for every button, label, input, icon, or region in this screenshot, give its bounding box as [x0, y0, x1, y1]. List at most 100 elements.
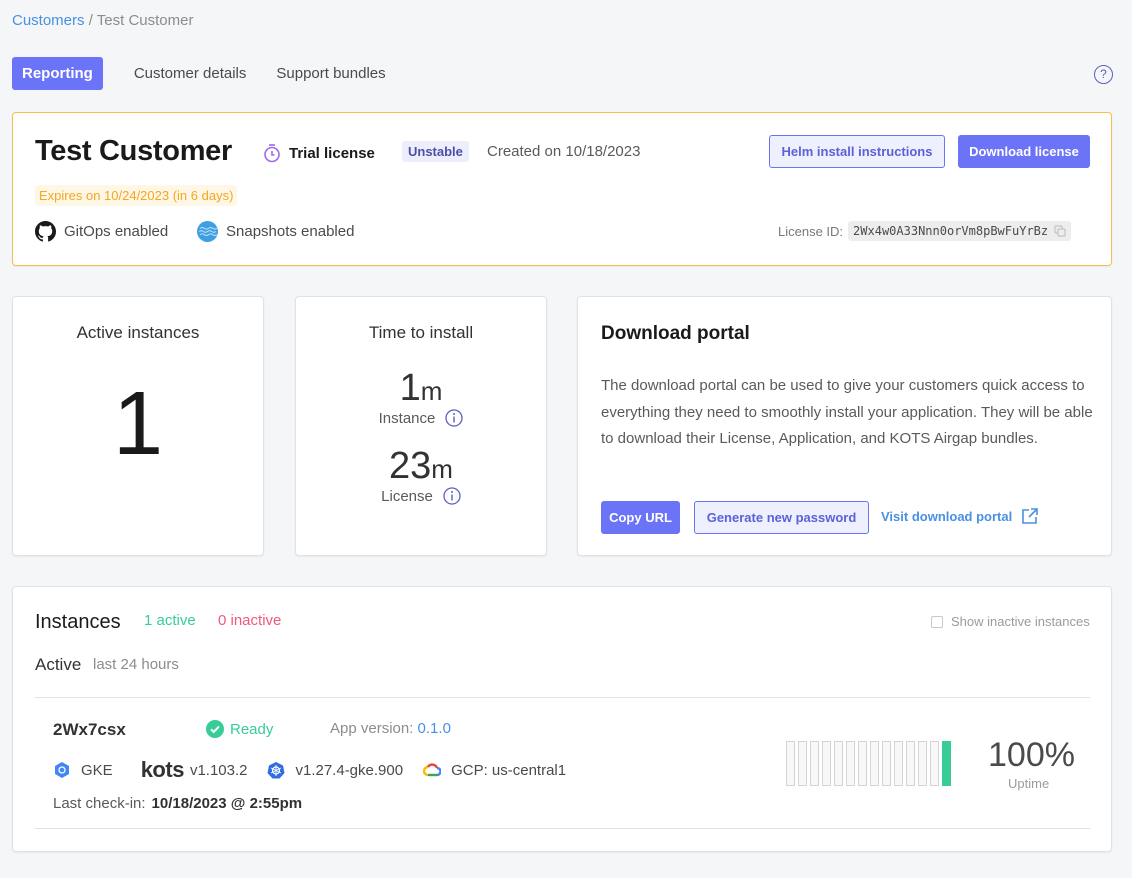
- snapshots-icon: [197, 221, 218, 242]
- uptime-bar-empty: [846, 741, 855, 786]
- check-circle-icon: [206, 720, 224, 738]
- instance-time: 1m Instance: [296, 369, 546, 427]
- instances-card: Instances 1 active 0 inactive Show inact…: [12, 586, 1112, 852]
- active-count: 1 active: [144, 612, 196, 629]
- active-instances-count: 1: [112, 374, 164, 474]
- download-portal-card: Download portal The download portal can …: [577, 296, 1112, 556]
- license-id-value: 2Wx4w0A33Nnn0orVm8pBwFuYrBz: [853, 224, 1049, 238]
- app-version: App version: 0.1.0: [330, 720, 451, 737]
- inactive-count: 0 inactive: [218, 612, 282, 629]
- copy-icon[interactable]: [1054, 225, 1066, 237]
- gcp-icon: [423, 763, 442, 777]
- tab-customer-details[interactable]: Customer details: [123, 57, 258, 90]
- show-inactive-label: Show inactive instances: [951, 614, 1090, 629]
- uptime-bar-empty: [870, 741, 879, 786]
- uptime-bar-empty: [918, 741, 927, 786]
- active-section-sub: last 24 hours: [93, 656, 179, 673]
- divider: [35, 697, 1090, 698]
- uptime-bar-empty: [930, 741, 939, 786]
- instance-time-unit: m: [420, 376, 443, 406]
- show-inactive-toggle[interactable]: Show inactive instances: [931, 614, 1090, 629]
- kots-logo: kots: [140, 757, 185, 782]
- license-id-value-box: 2Wx4w0A33Nnn0orVm8pBwFuYrBz: [848, 221, 1072, 241]
- license-time-unit: m: [431, 454, 453, 484]
- uptime-bars: [786, 741, 954, 786]
- gitops-label: GitOps enabled: [64, 223, 169, 240]
- active-instances-title: Active instances: [76, 323, 200, 342]
- instance-meta: GKE kots v1.103.2 v1.27.4-gke.900 GCP: u…: [53, 759, 586, 781]
- uptime-bar-empty: [798, 741, 807, 786]
- breadcrumb-customers-link[interactable]: Customers: [12, 12, 85, 29]
- cloud-provider-label: GCP: us-central1: [451, 761, 567, 779]
- uptime-bar-empty: [810, 741, 819, 786]
- license-time-value: 23: [389, 445, 432, 487]
- kots-version-label: v1.103.2: [189, 761, 248, 779]
- divider: [35, 828, 1090, 829]
- download-license-button[interactable]: Download license: [958, 135, 1090, 168]
- uptime-bar-empty: [834, 741, 843, 786]
- helm-install-button[interactable]: Helm install instructions: [769, 135, 945, 168]
- gke-icon: [55, 762, 69, 778]
- license-type-label: Trial license: [289, 144, 375, 162]
- instance-status: Ready: [206, 720, 273, 738]
- snapshots-label: Snapshots enabled: [226, 223, 355, 240]
- license-id: License ID: 2Wx4w0A33Nnn0orVm8pBwFuYrBz: [778, 221, 1072, 241]
- active-section-label: Active: [35, 655, 82, 674]
- license-id-label: License ID:: [778, 223, 844, 239]
- breadcrumb-separator: /: [84, 12, 97, 29]
- instance-time-label: Instance: [378, 409, 436, 427]
- app-version-value[interactable]: 0.1.0: [418, 720, 451, 737]
- snapshots-feature: Snapshots enabled: [197, 221, 354, 242]
- uptime-bar-empty: [822, 741, 831, 786]
- uptime-bar-empty: [894, 741, 903, 786]
- visit-download-portal-link[interactable]: Visit download portal: [881, 507, 1039, 525]
- help-icon[interactable]: ?: [1094, 65, 1113, 84]
- gitops-feature: GitOps enabled: [35, 221, 168, 242]
- uptime-bar-up: [942, 741, 951, 786]
- expiration-badge: Expires on 10/24/2023 (in 6 days): [35, 185, 238, 206]
- kubernetes-icon: [267, 762, 285, 779]
- instance-time-value: 1: [399, 367, 421, 409]
- github-icon: [35, 221, 56, 242]
- info-icon[interactable]: [443, 487, 461, 505]
- show-inactive-checkbox[interactable]: [931, 615, 943, 628]
- uptime-value: 100%: [988, 736, 1075, 774]
- uptime-bar-empty: [858, 741, 867, 786]
- uptime-bar-empty: [906, 741, 915, 786]
- uptime-bar-empty: [786, 741, 795, 786]
- uptime-label: Uptime: [1008, 776, 1050, 791]
- breadcrumb: Customers / Test Customer: [12, 12, 193, 29]
- copy-url-button[interactable]: Copy URL: [601, 501, 680, 534]
- visit-download-portal-label: Visit download portal: [881, 508, 1013, 524]
- tab-reporting[interactable]: Reporting: [12, 57, 103, 90]
- created-date: Created on 10/18/2023: [487, 143, 641, 160]
- distribution: GKE: [53, 761, 113, 779]
- distribution-label: GKE: [81, 761, 113, 779]
- channel-badge: Unstable: [402, 141, 469, 162]
- customer-name: Test Customer: [35, 135, 232, 167]
- download-portal-description: The download portal can be used to give …: [601, 377, 1093, 447]
- active-instances-card: Active instances 1: [12, 296, 264, 556]
- last-checkin-value: 10/18/2023 @ 2:55pm: [151, 795, 303, 812]
- info-icon[interactable]: [445, 409, 464, 427]
- k8s-version-label: v1.27.4-gke.900: [295, 761, 404, 779]
- tab-support-bundles[interactable]: Support bundles: [265, 57, 396, 90]
- generate-password-button[interactable]: Generate new password: [694, 501, 869, 534]
- license-time: 23m License: [296, 447, 546, 505]
- time-to-install-title: Time to install: [368, 323, 474, 342]
- uptime-bar-empty: [882, 741, 891, 786]
- k8s-version: v1.27.4-gke.900: [267, 761, 403, 779]
- app-version-label: App version:: [330, 720, 418, 737]
- license-card: Test Customer Trial license Unstable Cre…: [12, 112, 1112, 266]
- instance-id[interactable]: 2Wx7csx: [53, 720, 126, 740]
- time-to-install-card: Time to install 1m Instance 23m License: [295, 296, 547, 556]
- tab-bar: Reporting Customer details Support bundl…: [12, 57, 397, 90]
- instances-title: Instances: [35, 611, 121, 633]
- license-type: Trial license: [263, 143, 375, 163]
- cloud-provider: GCP: us-central1: [423, 762, 566, 779]
- instance-status-label: Ready: [230, 720, 274, 738]
- last-checkin-label: Last check-in:: [53, 795, 146, 812]
- breadcrumb-current: Test Customer: [96, 12, 194, 29]
- kots-version: kots v1.103.2: [141, 759, 248, 781]
- download-portal-title: Download portal: [601, 323, 750, 344]
